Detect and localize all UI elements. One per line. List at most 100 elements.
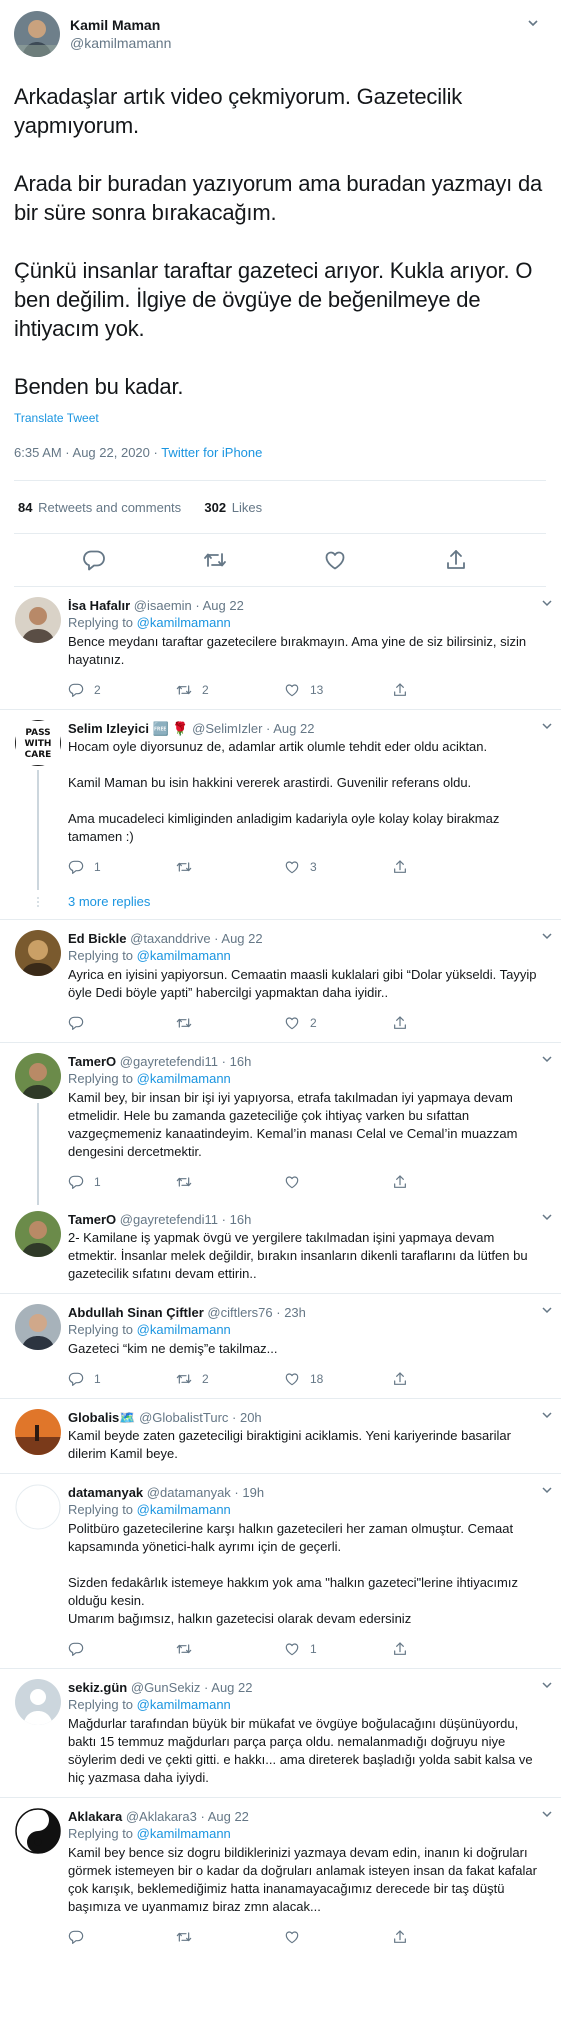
translate-tweet-link[interactable]: Translate Tweet	[14, 411, 546, 425]
like-button[interactable]	[284, 1929, 392, 1945]
replying-to-link[interactable]: @kamilmamann	[137, 948, 231, 963]
reply[interactable]: PASS WITH CARE Selim Izleyici 🆓 🌹 @SelimIz…	[0, 710, 561, 890]
reply-author-name[interactable]: Selim Izleyici 🆓 🌹	[68, 721, 189, 736]
chevron-down-icon[interactable]	[541, 1304, 553, 1319]
reply[interactable]: Abdullah Sinan Çiftler @ciftlers76 · 23h…	[0, 1294, 561, 1399]
reply-date[interactable]: Aug 22	[273, 721, 314, 736]
reply[interactable]: Aklakara @Aklakara3 · Aug 22 Replying to…	[0, 1798, 561, 1956]
reply[interactable]: sekiz.gün @GunSekiz · Aug 22 Replying to…	[0, 1669, 561, 1798]
reply-date[interactable]: Aug 22	[203, 598, 244, 613]
replying-to-link[interactable]: @kamilmamann	[137, 1502, 231, 1517]
reply-author-name[interactable]: Ed Bickle	[68, 931, 127, 946]
replying-to-link[interactable]: @kamilmamann	[137, 1826, 231, 1841]
avatar[interactable]: PASS WITH CARE	[15, 720, 61, 766]
replying-to-link[interactable]: @kamilmamann	[137, 1322, 231, 1337]
like-icon[interactable]	[323, 548, 347, 572]
reply-button[interactable]: 1	[68, 1174, 176, 1190]
reply-button[interactable]: 1	[68, 859, 176, 875]
chevron-down-icon[interactable]	[541, 1484, 553, 1499]
reply[interactable]: datamanyak @datamanyak · 19h Replying to…	[0, 1474, 561, 1669]
retweet-icon[interactable]	[203, 548, 227, 572]
reply-date[interactable]: 16h	[230, 1054, 252, 1069]
tweet-timestamp[interactable]: 6:35 AM · Aug 22, 2020 ·	[14, 445, 161, 460]
reply-handle[interactable]: @datamanyak	[147, 1485, 231, 1500]
reply-author-name[interactable]: TamerO	[68, 1212, 116, 1227]
avatar[interactable]	[15, 1053, 61, 1099]
reply-handle[interactable]: @taxanddrive	[130, 931, 210, 946]
retweet-button[interactable]	[176, 1174, 284, 1190]
reply-date[interactable]: Aug 22	[208, 1809, 249, 1824]
reply-author-name[interactable]: Aklakara	[68, 1809, 122, 1824]
avatar[interactable]	[15, 1679, 61, 1725]
replying-to-link[interactable]: @kamilmamann	[137, 1071, 231, 1086]
likes-stat[interactable]: 302 Likes	[204, 500, 262, 515]
chevron-down-icon[interactable]	[541, 930, 553, 945]
reply-icon[interactable]	[82, 548, 106, 572]
reply[interactable]: Ed Bickle @taxanddrive · Aug 22 Replying…	[0, 920, 561, 1043]
avatar[interactable]	[15, 597, 61, 643]
chevron-down-icon[interactable]	[541, 1679, 553, 1694]
share-button[interactable]	[392, 1929, 500, 1945]
like-button[interactable]: 18	[284, 1371, 392, 1387]
retweets-stat[interactable]: 84 Retweets and comments	[18, 500, 181, 515]
more-replies-link[interactable]: 3 more replies	[68, 894, 150, 909]
author-handle[interactable]: @kamilmamann	[70, 34, 171, 52]
tweet-source[interactable]: Twitter for iPhone	[161, 445, 262, 460]
reply-handle[interactable]: @GunSekiz	[131, 1680, 201, 1695]
reply-author-name[interactable]: İsa Hafalır	[68, 598, 130, 613]
chevron-down-icon[interactable]	[541, 1409, 553, 1424]
chevron-down-icon[interactable]	[526, 16, 540, 32]
reply-author-name[interactable]: TamerO	[68, 1054, 116, 1069]
avatar[interactable]	[15, 930, 61, 976]
reply-handle[interactable]: @gayretefendi11	[120, 1212, 218, 1227]
share-button[interactable]	[392, 859, 500, 875]
reply-date[interactable]: 19h	[242, 1485, 264, 1500]
retweet-button[interactable]: 2	[176, 1371, 284, 1387]
reply-date[interactable]: Aug 22	[211, 1680, 252, 1695]
reply-handle[interactable]: @SelimIzler	[192, 721, 262, 736]
reply-button[interactable]: 2	[68, 682, 176, 698]
retweet-button[interactable]	[176, 859, 284, 875]
like-button[interactable]: 2	[284, 1015, 392, 1031]
retweet-button[interactable]	[176, 1015, 284, 1031]
reply-date[interactable]: 16h	[230, 1212, 252, 1227]
retweet-button[interactable]	[176, 1641, 284, 1657]
reply-button[interactable]: 1	[68, 1371, 176, 1387]
avatar[interactable]	[14, 11, 60, 57]
share-icon[interactable]	[444, 548, 468, 572]
reply-handle[interactable]: @gayretefendi11	[120, 1054, 218, 1069]
avatar[interactable]	[15, 1304, 61, 1350]
reply-button[interactable]	[68, 1929, 176, 1945]
author-name[interactable]: Kamil Maman	[70, 16, 171, 34]
share-button[interactable]	[392, 1015, 500, 1031]
reply-button[interactable]	[68, 1015, 176, 1031]
reply[interactable]: TamerO @gayretefendi11 · 16h 2- Kamilane…	[0, 1201, 561, 1294]
share-button[interactable]	[392, 1641, 500, 1657]
avatar[interactable]	[15, 1211, 61, 1257]
reply-handle[interactable]: @Aklakara3	[126, 1809, 197, 1824]
chevron-down-icon[interactable]	[541, 1808, 553, 1823]
avatar[interactable]	[15, 1484, 61, 1530]
reply[interactable]: İsa Hafalır @isaemin · Aug 22 Replying t…	[0, 587, 561, 710]
reply-date[interactable]: 23h	[284, 1305, 306, 1320]
share-button[interactable]	[392, 1371, 500, 1387]
like-button[interactable]: 1	[284, 1641, 392, 1657]
chevron-down-icon[interactable]	[541, 1053, 553, 1068]
reply-author-name[interactable]: datamanyak	[68, 1485, 143, 1500]
retweet-button[interactable]	[176, 1929, 284, 1945]
reply-author-name[interactable]: sekiz.gün	[68, 1680, 127, 1695]
chevron-down-icon[interactable]	[541, 1211, 553, 1226]
replying-to-link[interactable]: @kamilmamann	[137, 615, 231, 630]
chevron-down-icon[interactable]	[541, 720, 553, 735]
like-button[interactable]: 3	[284, 859, 392, 875]
reply-button[interactable]	[68, 1641, 176, 1657]
reply-date[interactable]: 20h	[240, 1410, 262, 1425]
like-button[interactable]: 13	[284, 682, 392, 698]
share-button[interactable]	[392, 1174, 500, 1190]
share-button[interactable]	[392, 682, 500, 698]
chevron-down-icon[interactable]	[541, 597, 553, 612]
reply[interactable]: TamerO @gayretefendi11 · 16h Replying to…	[0, 1043, 561, 1205]
reply-author-name[interactable]: Abdullah Sinan Çiftler	[68, 1305, 204, 1320]
reply-handle[interactable]: @isaemin	[134, 598, 192, 613]
reply-handle[interactable]: @ciftlers76	[207, 1305, 272, 1320]
